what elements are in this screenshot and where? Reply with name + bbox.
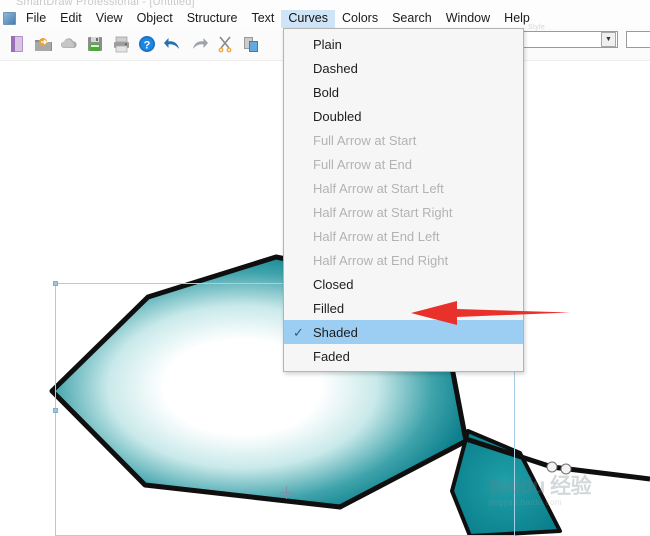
style-combobox[interactable]: ▼ — [522, 31, 618, 48]
cut-scissors-icon — [218, 36, 232, 53]
menu-window[interactable]: Window — [439, 10, 497, 28]
cloud-button[interactable] — [56, 31, 82, 57]
redo-button[interactable] — [186, 31, 212, 57]
application-icon — [3, 12, 16, 25]
menu-item-label: Faded — [313, 348, 350, 364]
application-window: SmartDraw Professional - [Untitled] File… — [0, 0, 650, 536]
menu-item-label: Half Arrow at End Right — [313, 252, 449, 268]
copy-button[interactable] — [238, 31, 264, 57]
toolbar-combo-label: Style — [528, 24, 546, 31]
cloud-icon — [60, 38, 77, 48]
menu-item-doubled[interactable]: Doubled — [284, 104, 523, 128]
menu-item-dashed[interactable]: Dashed — [284, 56, 523, 80]
new-document-icon — [11, 36, 23, 52]
menu-colors[interactable]: Colors — [335, 10, 385, 28]
undo-button[interactable] — [160, 31, 186, 57]
menu-item-closed[interactable]: Closed — [284, 272, 523, 296]
curves-dropdown-menu: Plain Dashed Bold Doubled Full Arrow at … — [283, 28, 524, 372]
menu-item-half-arrow-at-start-right: Half Arrow at Start Right — [284, 200, 523, 224]
help-button[interactable]: ? — [134, 31, 160, 57]
copy-pages-icon — [244, 37, 258, 52]
menu-item-bold[interactable]: Bold — [284, 80, 523, 104]
menu-search[interactable]: Search — [385, 10, 439, 28]
check-icon: ✓ — [293, 324, 304, 340]
save-floppy-icon — [88, 37, 102, 51]
menu-item-full-arrow-at-end: Full Arrow at End — [284, 152, 523, 176]
menu-view[interactable]: View — [89, 10, 130, 28]
title-bar: SmartDraw Professional - [Untitled] — [0, 0, 650, 9]
print-button[interactable] — [108, 31, 134, 57]
menu-edit[interactable]: Edit — [53, 10, 89, 28]
menu-item-faded[interactable]: Faded — [284, 344, 523, 368]
open-folder-icon — [34, 38, 52, 51]
menu-curves[interactable]: Curves — [281, 9, 335, 28]
menu-item-label: Half Arrow at Start Right — [313, 204, 453, 220]
menu-item-label: Half Arrow at Start Left — [313, 180, 444, 196]
undo-arrow-icon — [164, 38, 179, 49]
menu-item-label: Full Arrow at End — [313, 156, 412, 172]
menu-item-half-arrow-at-end-left: Half Arrow at End Left — [284, 224, 523, 248]
menu-item-label: Doubled — [313, 108, 362, 124]
menu-item-label: Shaded — [313, 324, 358, 340]
menu-item-label: Dashed — [313, 60, 358, 76]
cut-button[interactable] — [212, 31, 238, 57]
menu-structure[interactable]: Structure — [180, 10, 245, 28]
menu-item-filled[interactable]: Filled — [284, 296, 523, 320]
menu-object[interactable]: Object — [130, 10, 180, 28]
line-handle[interactable] — [560, 463, 572, 475]
menu-item-full-arrow-at-start: Full Arrow at Start — [284, 128, 523, 152]
line-handle[interactable] — [546, 461, 558, 473]
menu-item-label: Plain — [313, 36, 342, 52]
menu-file[interactable]: File — [19, 10, 53, 28]
print-icon — [113, 36, 129, 53]
menu-item-shaded[interactable]: ✓ Shaded — [284, 320, 523, 344]
menu-item-half-arrow-at-start-left: Half Arrow at Start Left — [284, 176, 523, 200]
menu-text[interactable]: Text — [244, 10, 281, 28]
menu-item-label: Closed — [313, 276, 354, 292]
menu-item-plain[interactable]: Plain — [284, 32, 523, 56]
secondary-field[interactable] — [626, 31, 650, 48]
menu-item-label: Full Arrow at Start — [313, 132, 417, 148]
menu-item-label: Bold — [313, 84, 340, 100]
help-question-icon: ? — [139, 36, 155, 52]
redo-arrow-icon — [193, 38, 208, 49]
window-title: SmartDraw Professional - [Untitled] — [16, 0, 195, 8]
menu-item-label: Filled — [313, 300, 345, 316]
new-document-button[interactable] — [4, 31, 30, 57]
open-folder-button[interactable] — [30, 31, 56, 57]
chevron-down-icon[interactable]: ▼ — [601, 32, 616, 47]
menu-bar: File Edit View Object Structure Text Cur… — [0, 9, 650, 28]
svg-text:?: ? — [144, 39, 151, 51]
right-partial-shape[interactable] — [450, 429, 562, 536]
menu-item-label: Half Arrow at End Left — [313, 228, 440, 244]
save-button[interactable] — [82, 31, 108, 57]
menu-item-half-arrow-at-end-right: Half Arrow at End Right — [284, 248, 523, 272]
